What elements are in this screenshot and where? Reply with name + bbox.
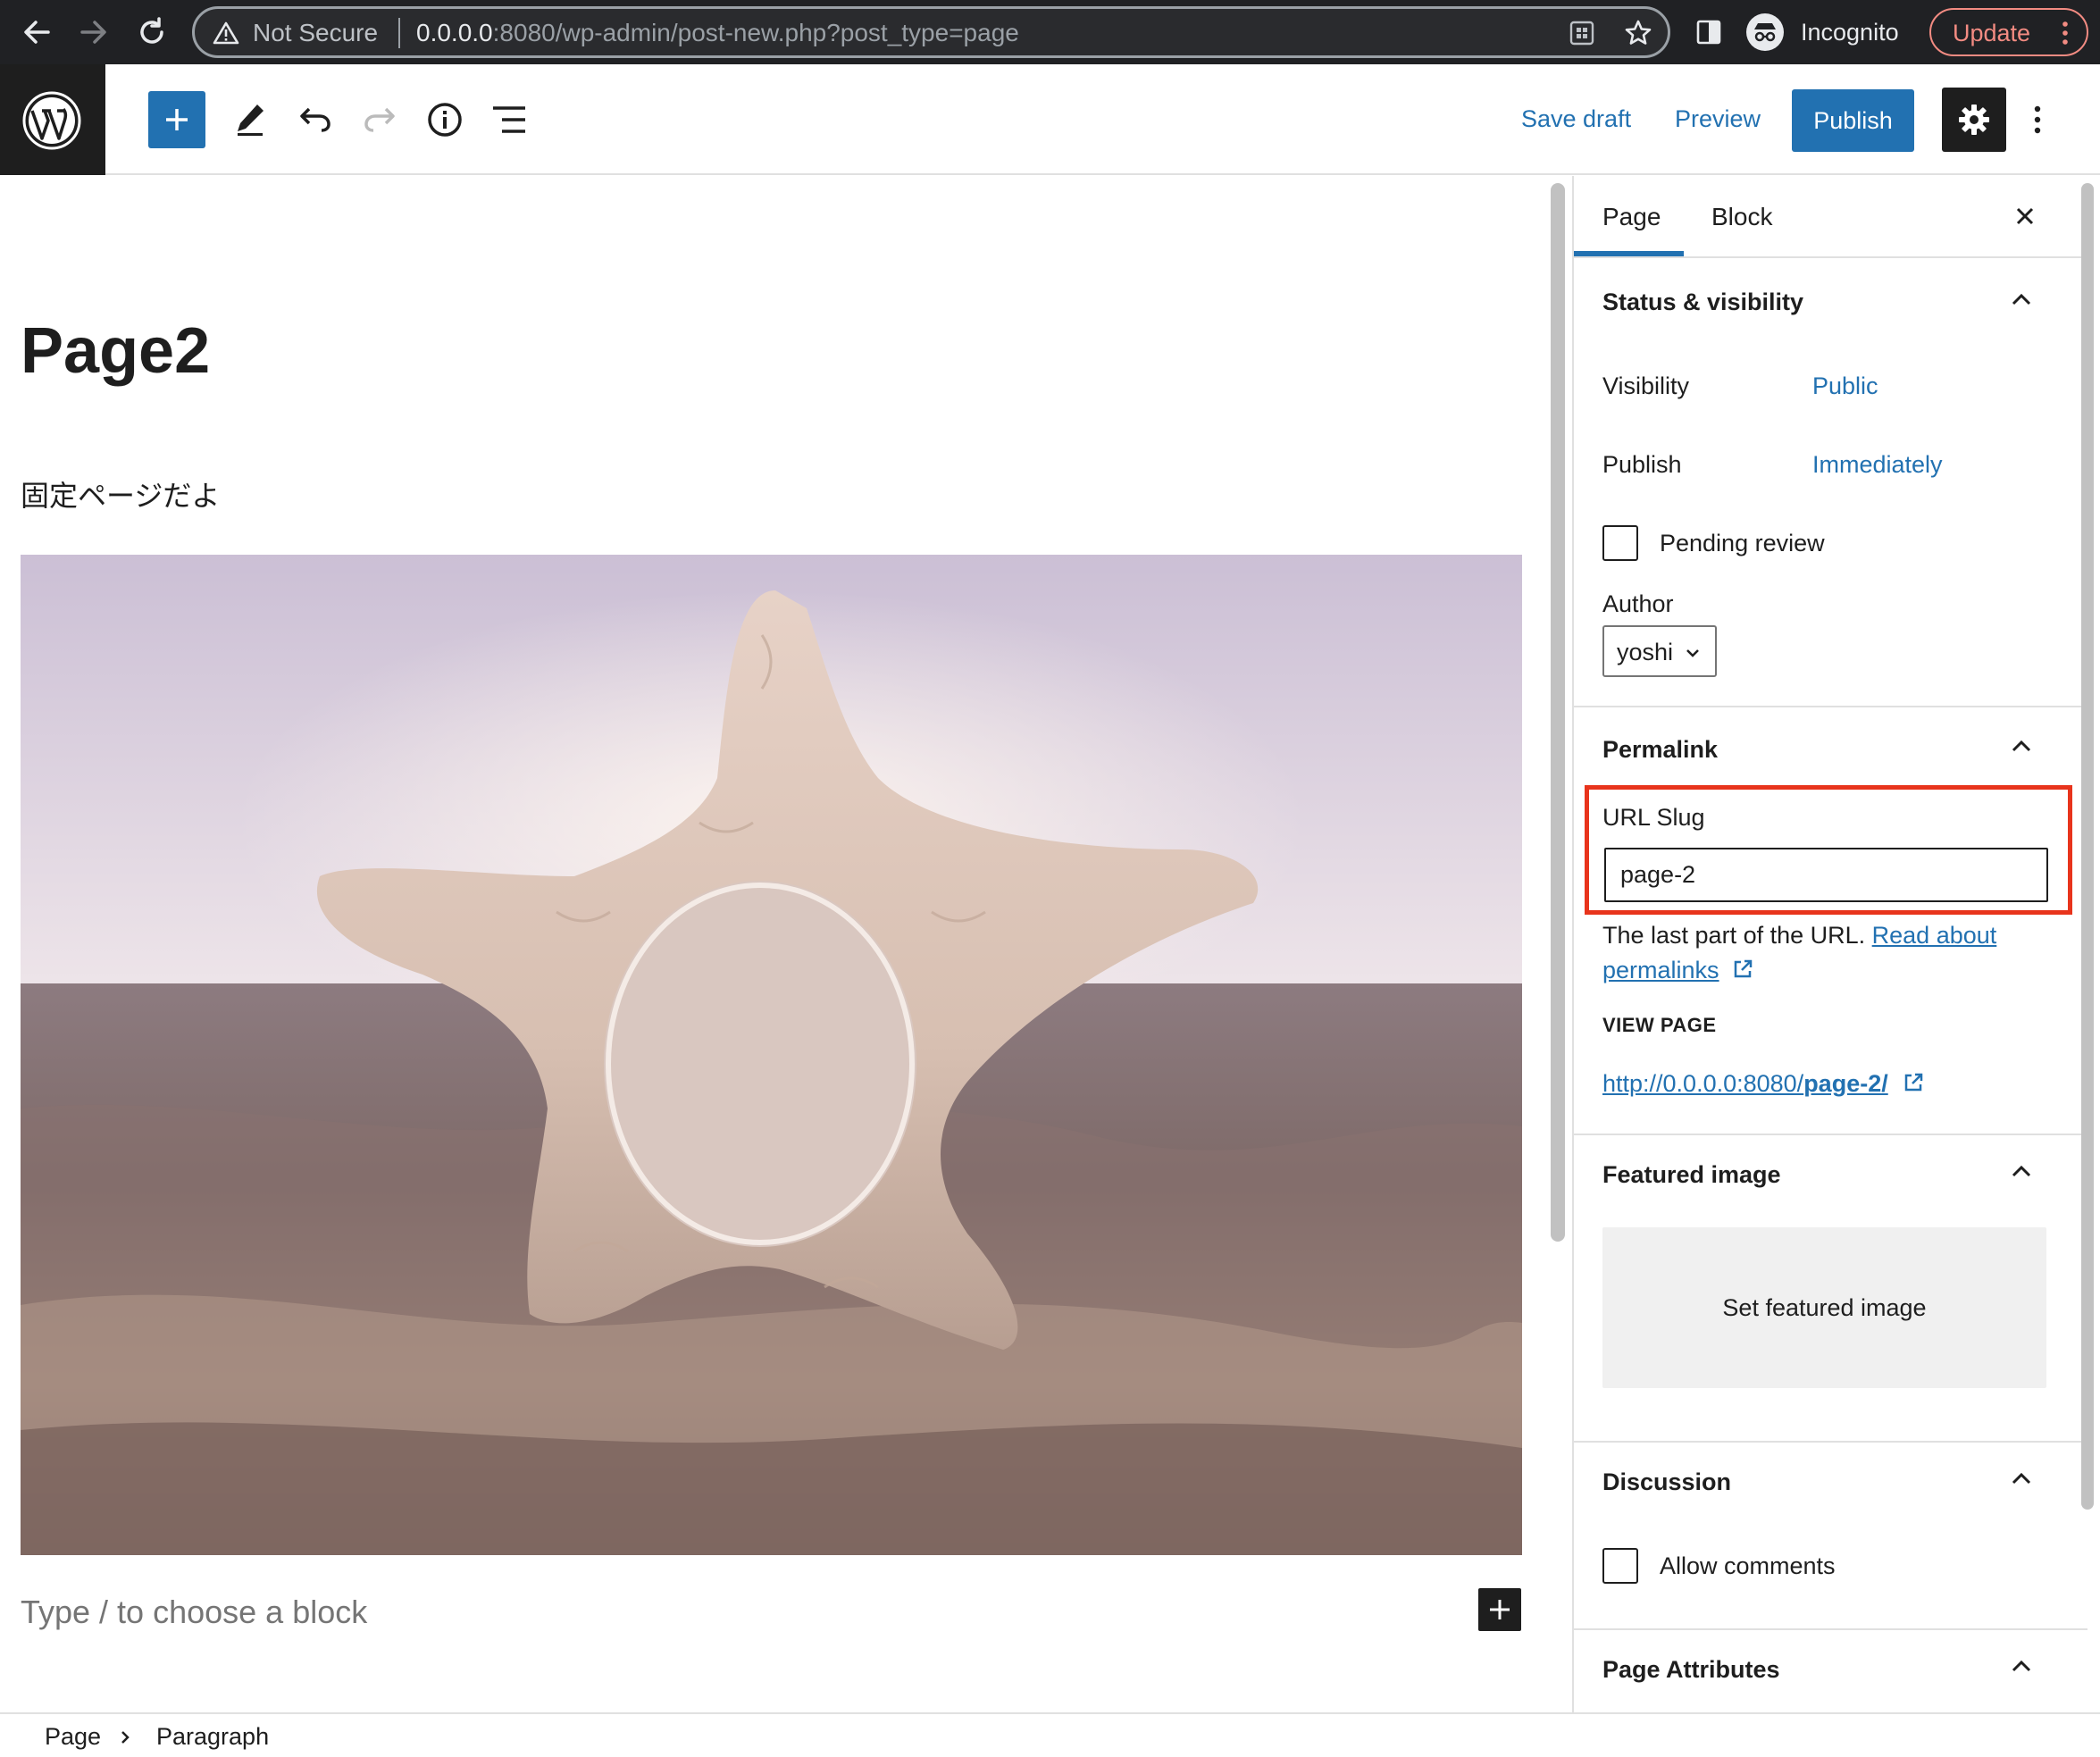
publish-button[interactable]: Publish: [1792, 89, 1914, 152]
allow-comments-checkbox[interactable]: [1602, 1548, 1638, 1584]
url-text[interactable]: 0.0.0.0:8080/wp-admin/post-new.php?post_…: [416, 19, 1019, 47]
divider: [1574, 256, 2087, 258]
chevron-up-icon[interactable]: [2010, 737, 2033, 755]
view-url-prefix[interactable]: http://0.0.0.0:8080/: [1602, 1070, 1803, 1097]
incognito-icon[interactable]: [1745, 13, 1785, 52]
author-select[interactable]: yoshi: [1602, 625, 1717, 677]
chevron-down-icon: [1686, 649, 1699, 657]
read-about-link[interactable]: Read about: [1872, 922, 1997, 949]
wordpress-logo[interactable]: [0, 64, 105, 175]
profile-label[interactable]: Incognito: [1801, 19, 1899, 46]
url-host: 0.0.0.0: [416, 19, 493, 46]
options-menu-icon[interactable]: [2032, 104, 2043, 136]
chevron-right-icon: [121, 1731, 130, 1744]
page-attributes-title[interactable]: Page Attributes: [1602, 1656, 1780, 1684]
page-title[interactable]: Page2: [21, 314, 210, 388]
author-label: Author: [1602, 590, 1674, 617]
tab-page[interactable]: Page: [1602, 203, 1661, 231]
editor-canvas: Page2 固定ページだよ Type / to choose a block: [0, 176, 1548, 1712]
divider: [1574, 706, 2087, 707]
add-block-button[interactable]: [148, 91, 205, 148]
editor-header: Save draft Preview Publish: [0, 64, 2100, 175]
view-page-url[interactable]: http://0.0.0.0:8080/page-2/: [1602, 1070, 1925, 1098]
discussion-title[interactable]: Discussion: [1602, 1468, 1731, 1496]
chevron-up-icon[interactable]: [2010, 1162, 2033, 1180]
inline-add-block-button[interactable]: [1478, 1588, 1521, 1631]
update-button[interactable]: Update: [1929, 8, 2088, 56]
back-arrow-icon[interactable]: [21, 18, 52, 46]
block-placeholder[interactable]: Type / to choose a block: [21, 1594, 367, 1631]
visibility-toggle[interactable]: Public: [1812, 372, 1878, 400]
warning-icon[interactable]: [213, 21, 239, 46]
update-label: Update: [1953, 20, 2031, 46]
url-slug-input[interactable]: page-2: [1604, 848, 2048, 902]
security-label[interactable]: Not Secure: [253, 19, 378, 47]
undo-icon[interactable]: [298, 105, 332, 132]
set-featured-image-button[interactable]: Set featured image: [1602, 1227, 2046, 1388]
view-page-label: VIEW PAGE: [1602, 1014, 1717, 1036]
external-link-icon: [1734, 959, 1753, 978]
editor-scrollbar[interactable]: [1551, 183, 1565, 1242]
breadcrumb-page[interactable]: Page: [45, 1723, 101, 1751]
chevron-up-icon[interactable]: [2010, 1469, 2033, 1487]
chevron-up-icon[interactable]: [2010, 290, 2033, 308]
browser-toolbar: Not Secure 0.0.0.0:8080/wp-admin/post-ne…: [0, 0, 2100, 64]
settings-sidebar: Page Block Status & visibility Visibilit…: [1572, 176, 2087, 1712]
bookmark-star-icon[interactable]: [1624, 19, 1652, 47]
wordpress-icon: [22, 91, 81, 150]
chevron-up-icon[interactable]: [2010, 1657, 2033, 1675]
list-view-icon[interactable]: [491, 104, 527, 136]
preview-button[interactable]: Preview: [1675, 105, 1761, 133]
pending-review-label: Pending review: [1660, 530, 1825, 556]
pending-review-checkbox[interactable]: [1602, 525, 1638, 561]
forward-arrow-icon[interactable]: [79, 18, 109, 46]
starfish-photo: [21, 555, 1522, 1555]
gear-icon: [1959, 105, 1989, 135]
reload-icon[interactable]: [136, 16, 168, 48]
visibility-label: Visibility: [1602, 372, 1690, 399]
details-info-icon[interactable]: [427, 102, 463, 138]
url-separator: [398, 18, 400, 48]
allow-comments-label: Allow comments: [1660, 1552, 1836, 1579]
divider: [1574, 1441, 2087, 1443]
status-visibility-title[interactable]: Status & visibility: [1602, 289, 1803, 316]
browser-menu-icon[interactable]: [2060, 20, 2071, 46]
address-bar[interactable]: Not Secure 0.0.0.0:8080/wp-admin/post-ne…: [192, 6, 1670, 58]
external-link-icon: [1904, 1073, 1923, 1092]
block-breadcrumb: Page Paragraph: [0, 1712, 2100, 1757]
permalink-title[interactable]: Permalink: [1602, 736, 1718, 764]
publish-label: Publish: [1602, 451, 1682, 478]
image-block[interactable]: [21, 555, 1522, 1555]
url-slug-label: URL Slug: [1602, 804, 1705, 831]
url-path: :8080/wp-admin/post-new.php?post_type=pa…: [492, 19, 1019, 46]
view-url-slug[interactable]: page-2/: [1803, 1070, 1888, 1097]
featured-image-title[interactable]: Featured image: [1602, 1161, 1781, 1189]
breadcrumb-paragraph[interactable]: Paragraph: [156, 1723, 269, 1751]
sidebar-scrollbar[interactable]: [2081, 183, 2094, 1510]
divider: [1574, 1134, 2087, 1135]
edit-pencil-icon[interactable]: [234, 102, 266, 136]
plus-icon: [166, 109, 188, 130]
permalinks-link[interactable]: permalinks: [1602, 957, 1719, 983]
close-icon[interactable]: [2015, 206, 2035, 226]
publish-date-toggle[interactable]: Immediately: [1812, 451, 1943, 479]
divider: [1574, 1628, 2087, 1630]
redo-icon[interactable]: [363, 105, 397, 132]
save-draft-button[interactable]: Save draft: [1521, 105, 1631, 133]
tab-block[interactable]: Block: [1711, 203, 1772, 231]
app-install-icon[interactable]: [1569, 20, 1595, 46]
author-value: yoshi: [1617, 639, 1674, 665]
plus-icon: [1490, 1600, 1510, 1619]
paragraph-block[interactable]: 固定ページだよ: [21, 473, 220, 515]
permalink-help-text: The last part of the URL.: [1602, 922, 1866, 949]
settings-button[interactable]: [1942, 88, 2006, 152]
side-panel-icon[interactable]: [1695, 19, 1722, 46]
permalink-help: The last part of the URL. Read about per…: [1602, 918, 2049, 988]
